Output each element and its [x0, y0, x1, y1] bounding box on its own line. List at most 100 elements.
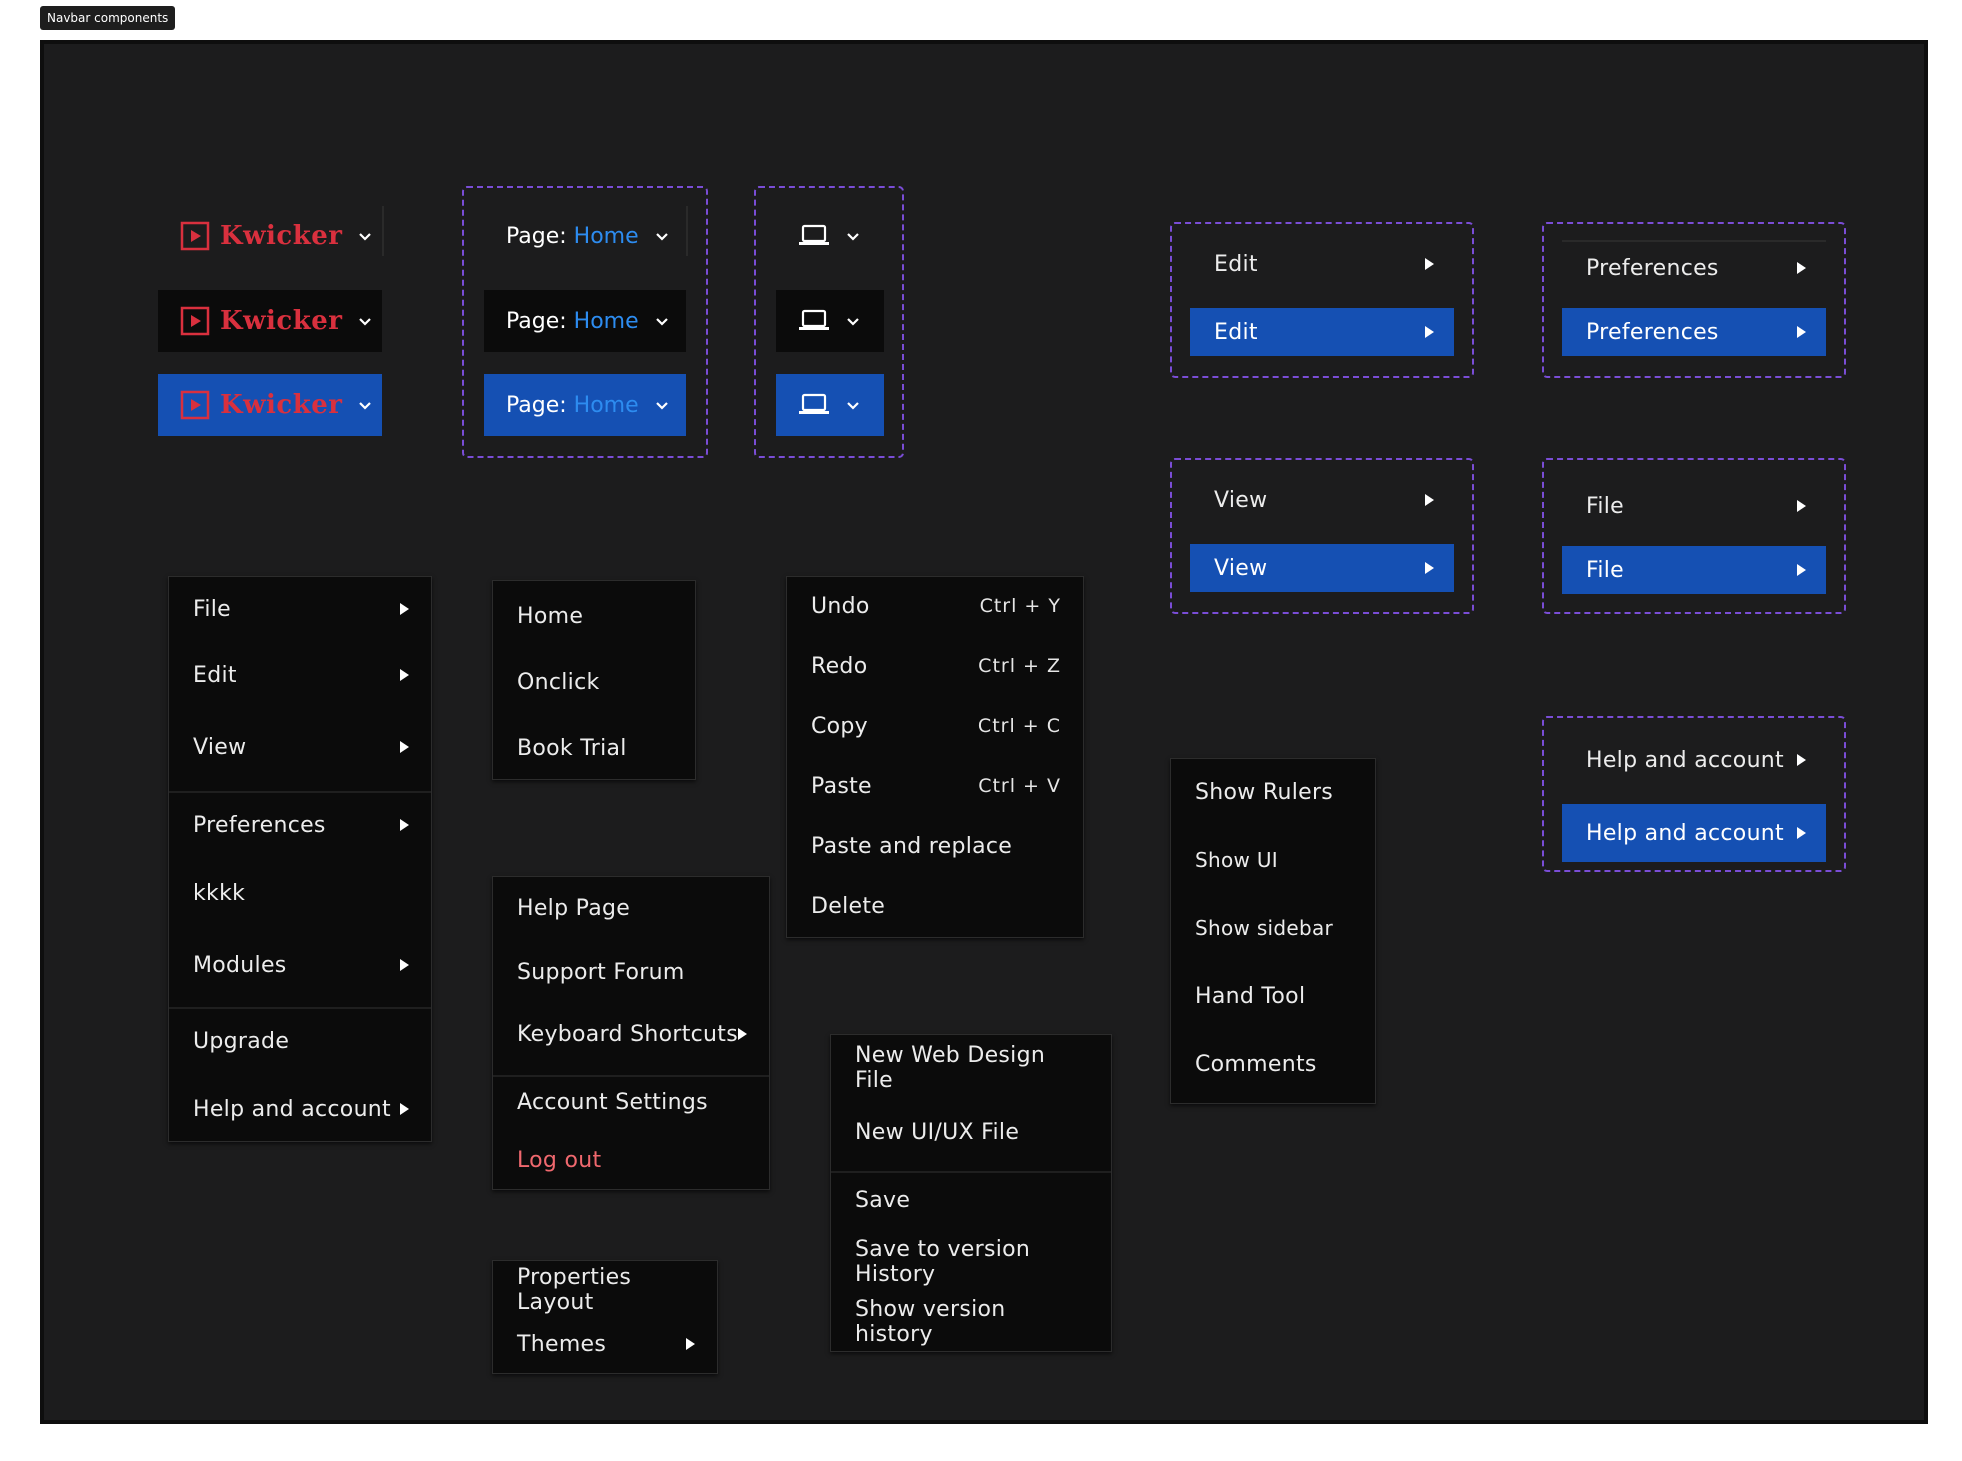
main-menu-item-upgrade[interactable]: Upgrade [169, 1015, 431, 1067]
laptop-icon [799, 224, 829, 245]
menu-item-label: Preferences [1586, 319, 1719, 345]
edit-menu-item-undo[interactable]: Undo Ctrl + Y [787, 581, 1083, 631]
file-menu-item-new-uiux[interactable]: New UI/UX File [831, 1107, 1111, 1157]
menu-item-help-default[interactable]: Help and account [1562, 736, 1826, 784]
menu-item-label: Help and account [1586, 747, 1784, 773]
menu-divider [831, 1171, 1111, 1173]
edit-menu-item-delete[interactable]: Delete [787, 881, 1083, 931]
divider [686, 206, 688, 256]
view-menu-item-show-sidebar[interactable]: Show sidebar [1171, 903, 1375, 953]
help-menu-item-account-settings[interactable]: Account Settings [493, 1077, 769, 1127]
pages-menu-item[interactable]: Onclick [493, 657, 695, 707]
pages-menu-item[interactable]: Home [493, 591, 695, 641]
device-selector-hover[interactable] [776, 290, 884, 352]
file-menu-item-save-to-version-history[interactable]: Save to version History [831, 1237, 1111, 1287]
main-menu: File Edit View Preferences kkkk Modules … [168, 576, 432, 1142]
device-selector-default[interactable] [776, 206, 884, 266]
caret-right-icon [400, 819, 409, 831]
main-menu-item-preferences[interactable]: Preferences [169, 799, 431, 851]
main-menu-item-kkkk[interactable]: kkkk [169, 867, 431, 919]
page-selector-default[interactable]: Page: Home [484, 206, 686, 266]
menu-item-edit-active[interactable]: Edit [1190, 308, 1454, 356]
main-menu-item-help[interactable]: Help and account [169, 1083, 431, 1135]
brand-dropdown-hover[interactable]: Kwicker [158, 290, 382, 352]
edit-menu-item-copy[interactable]: Copy Ctrl + C [787, 701, 1083, 751]
view-menu-item-comments[interactable]: Comments [1171, 1039, 1375, 1089]
kwicker-logo-icon [180, 390, 210, 420]
page-selector-active[interactable]: Page: Home [484, 374, 686, 436]
main-menu-item-modules[interactable]: Modules [169, 939, 431, 991]
brand-dropdown-default[interactable]: Kwicker [158, 206, 382, 266]
menu-item-label: Help and account [1586, 820, 1784, 846]
menu-item-label: File [1586, 557, 1625, 583]
page-selector-hover[interactable]: Page: Home [484, 290, 686, 352]
caret-right-icon [400, 603, 409, 615]
caret-right-icon [738, 1028, 747, 1040]
menu-item-label: View [1214, 555, 1268, 581]
file-menu-item-save[interactable]: Save [831, 1175, 1111, 1225]
edit-menu: Undo Ctrl + Y Redo Ctrl + Z Copy Ctrl + C P… [786, 576, 1084, 938]
edit-menu-item-paste-and-replace[interactable]: Paste and replace [787, 821, 1083, 871]
help-menu: Help Page Support Forum Keyboard Shortcu… [492, 876, 770, 1190]
caret-right-icon [400, 1103, 409, 1115]
menu-divider [169, 791, 431, 793]
kwicker-logo-icon [180, 306, 210, 336]
chevron-down-icon [847, 402, 859, 410]
menu-item-edit-default[interactable]: Edit [1190, 240, 1454, 288]
page-selector-label: Page: Home [506, 223, 639, 249]
caret-right-icon [1797, 754, 1806, 766]
brand-dropdown-active[interactable]: Kwicker [158, 374, 382, 436]
menu-item-preferences-default[interactable]: Preferences [1562, 244, 1826, 292]
file-menu-item-new-web-design[interactable]: New Web Design File [831, 1043, 1111, 1093]
menu-item-label: Edit [1214, 319, 1258, 345]
main-menu-item-file[interactable]: File [169, 583, 431, 635]
file-menu: New Web Design File New UI/UX File Save … [830, 1034, 1112, 1352]
pages-menu: Home Onclick Book Trial [492, 580, 696, 780]
kwicker-logo-icon [180, 221, 210, 251]
menu-item-file-default[interactable]: File [1562, 482, 1826, 530]
preferences-menu-item-themes[interactable]: Themes [493, 1319, 717, 1369]
menu-item-view-active[interactable]: View [1190, 544, 1454, 592]
view-menu-item-show-ui[interactable]: Show UI [1171, 835, 1375, 885]
edit-menu-item-redo[interactable]: Redo Ctrl + Z [787, 641, 1083, 691]
chevron-down-icon [359, 318, 372, 326]
menu-item-view-default[interactable]: View [1190, 476, 1454, 524]
caret-right-icon [400, 959, 409, 971]
chevron-down-icon [847, 233, 859, 241]
divider [382, 206, 384, 256]
menu-item-help-active[interactable]: Help and account [1562, 804, 1826, 862]
main-menu-item-view[interactable]: View [169, 721, 431, 773]
view-menu-item-hand-tool[interactable]: Hand Tool [1171, 971, 1375, 1021]
chevron-down-icon [655, 318, 668, 326]
help-menu-item-help-page[interactable]: Help Page [493, 883, 769, 933]
frame-label: Navbar components [40, 6, 176, 30]
help-menu-item-log-out[interactable]: Log out [493, 1135, 769, 1185]
menu-item-label: Edit [1214, 251, 1258, 277]
caret-right-icon [400, 741, 409, 753]
menu-item-label: Preferences [1586, 255, 1719, 281]
menu-item-file-active[interactable]: File [1562, 546, 1826, 594]
menu-item-preferences-active[interactable]: Preferences [1562, 308, 1826, 356]
caret-right-icon [1797, 262, 1806, 274]
file-menu-item-show-version-history[interactable]: Show version history [831, 1297, 1111, 1347]
help-menu-item-support-forum[interactable]: Support Forum [493, 947, 769, 997]
main-menu-item-edit[interactable]: Edit [169, 649, 431, 701]
preferences-menu-item-properties-layout[interactable]: Properties Layout [493, 1265, 717, 1315]
caret-right-icon [1797, 564, 1806, 576]
device-selector-active[interactable] [776, 374, 884, 436]
chevron-down-icon [359, 233, 372, 241]
divider [1562, 240, 1826, 242]
chevron-down-icon [359, 402, 372, 410]
caret-right-icon [1425, 562, 1434, 574]
view-menu-item-show-rulers[interactable]: Show Rulers [1171, 767, 1375, 817]
caret-right-icon [1425, 258, 1434, 270]
brand-name: Kwicker [220, 390, 343, 420]
menu-item-label: View [1214, 487, 1268, 513]
caret-right-icon [400, 669, 409, 681]
edit-menu-item-paste[interactable]: Paste Ctrl + V [787, 761, 1083, 811]
caret-right-icon [686, 1338, 695, 1350]
help-menu-item-keyboard-shortcuts[interactable]: Keyboard Shortcuts [493, 1009, 769, 1059]
caret-right-icon [1425, 494, 1434, 506]
pages-menu-item[interactable]: Book Trial [493, 723, 695, 773]
laptop-icon [799, 309, 829, 330]
